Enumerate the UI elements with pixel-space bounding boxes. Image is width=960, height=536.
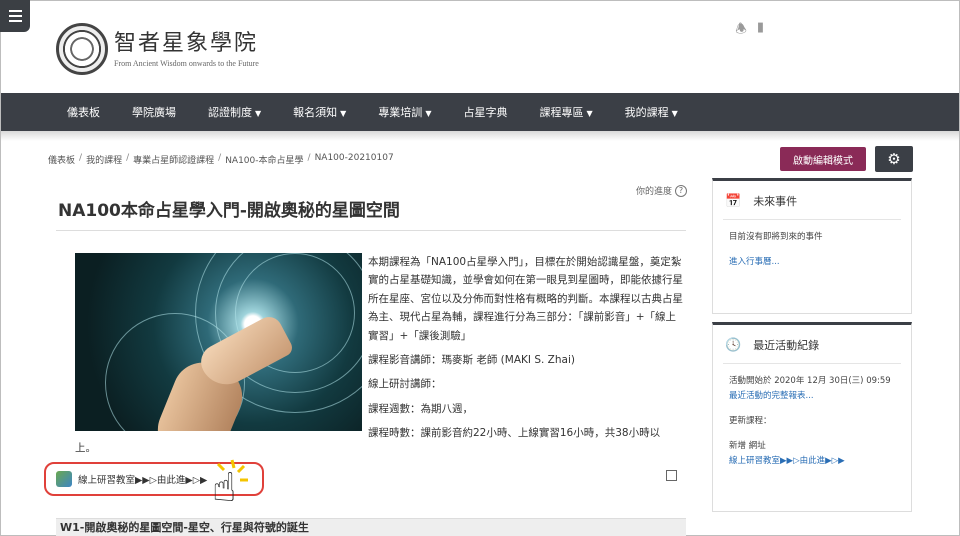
recent-activity-block: 🕓 最近活動紀錄 活動開始於 2020年 12月 30日(三) 09:59 最近活… — [712, 322, 912, 512]
caret-down-icon: ▼ — [586, 109, 593, 118]
breadcrumb-item[interactable]: 儀表板 — [48, 153, 75, 166]
description-paragraph: 課程影音講師：瑪麥斯 老師 (MAKI S. Zhai) — [368, 354, 575, 367]
added-item-text: 新增 網址 — [729, 441, 766, 451]
resource-link[interactable]: 線上研習教室▶▶▷由此進▶▷▶ — [78, 472, 207, 486]
course-description: 本期課程為「NA100占星學入門」，目標在於開始認識星盤，奠定紮實的占星基礎知識… — [368, 253, 686, 449]
nav-item-my-courses[interactable]: 我的課程 ▼ — [625, 104, 678, 120]
calendar-link[interactable]: 進入行事曆... — [729, 255, 895, 270]
chat-bubble-icon[interactable]: ▮ — [757, 20, 764, 42]
completion-checkbox[interactable] — [666, 470, 677, 481]
description-paragraph: 本期課程為「NA100占星學入門」，目標在於開始認識星盤，奠定紮實的占星基礎知識… — [368, 256, 683, 342]
nav-item-courses[interactable]: 課程專區 ▼ — [539, 104, 592, 120]
upcoming-events-block: 📅 未來事件 目前沒有即將到來的事件 進入行事曆... — [712, 178, 912, 314]
settings-button[interactable]: ⚙ — [875, 146, 913, 172]
site-logo[interactable]: 智者星象學院 From Ancient Wisdom onwards to th… — [56, 23, 259, 75]
calendar-icon: 📅 — [725, 193, 742, 209]
caret-down-icon: ▼ — [671, 109, 678, 118]
logo-seal — [56, 23, 108, 75]
caret-down-icon: ▼ — [255, 109, 262, 118]
nav-item-dashboard[interactable]: 儀表板 — [67, 104, 100, 120]
url-icon — [56, 471, 72, 487]
section-title[interactable]: W1-開啟奧秘的星圖空間-星空、行星與符號的誕生 — [56, 518, 686, 536]
progress-label: 你的進度? — [636, 184, 688, 197]
description-tail: 上。 — [75, 442, 96, 454]
added-item-link[interactable]: 線上研習教室▶▶▷由此進▶▷▶ — [729, 454, 895, 469]
page-title: NA100本命占星學入門-開啟奧秘的星圖空間 — [58, 201, 400, 221]
main-navbar: 儀表板 學院廣場 認證制度 ▼ 報名須知 ▼ 專業培訓 ▼ 占星字典 課程專區 ▼ 我的… — [1, 93, 959, 131]
nav-item-registration[interactable]: 報名須知 ▼ — [293, 104, 346, 120]
block-title: 最近活動紀錄 — [753, 339, 820, 352]
clock-icon: 🕓 — [725, 337, 742, 353]
logo-title: 智者星象學院 — [114, 30, 259, 56]
breadcrumb-item[interactable]: 我的課程 — [86, 153, 122, 166]
nav-item-dictionary[interactable]: 占星字典 — [463, 104, 507, 120]
description-paragraph: 課程時數：課前影音約22小時、上線實習16小時，共38小時以 — [368, 427, 661, 440]
full-report-link[interactable]: 最近活動的完整報表... — [729, 389, 895, 404]
nav-item-training[interactable]: 專業培訓 ▼ — [378, 104, 431, 120]
nav-item-certification[interactable]: 認證制度 ▼ — [208, 104, 261, 120]
activity-since-text: 活動開始於 2020年 12月 30日(三) 09:59 — [729, 376, 891, 386]
updates-title: 更新課程： — [729, 416, 772, 426]
bell-icon[interactable]: 🕭 — [735, 20, 747, 42]
caret-down-icon: ▼ — [340, 109, 347, 118]
breadcrumb-item[interactable]: NA100-20210107 — [315, 153, 394, 166]
breadcrumb: 儀表板 / 我的課程 / 專業占星師認證課程 / NA100-本命占星學 / NA100… — [48, 153, 394, 166]
description-paragraph: 線上研討講師： — [368, 378, 442, 391]
course-banner-image — [75, 253, 362, 431]
breadcrumb-item[interactable]: 專業占星師認證課程 — [133, 153, 214, 166]
nav-item-plaza[interactable]: 學院廣場 — [132, 104, 176, 120]
description-paragraph: 課程週數：為期八週， — [368, 402, 473, 415]
breadcrumb-item[interactable]: NA100-本命占星學 — [225, 153, 303, 166]
hamburger-icon — [8, 7, 22, 25]
hand-pointer-icon: ☝ — [212, 465, 237, 511]
logo-subtitle: From Ancient Wisdom onwards to the Futur… — [114, 58, 259, 68]
caret-down-icon: ▼ — [425, 109, 432, 118]
empty-events-text: 目前沒有即將到來的事件 — [729, 232, 823, 242]
help-icon[interactable]: ? — [675, 184, 688, 197]
gear-icon: ⚙ — [887, 150, 901, 168]
edit-mode-button[interactable]: 啟動編輯模式 — [780, 147, 866, 171]
drawer-toggle-button[interactable] — [0, 0, 30, 32]
block-title: 未來事件 — [753, 195, 798, 208]
